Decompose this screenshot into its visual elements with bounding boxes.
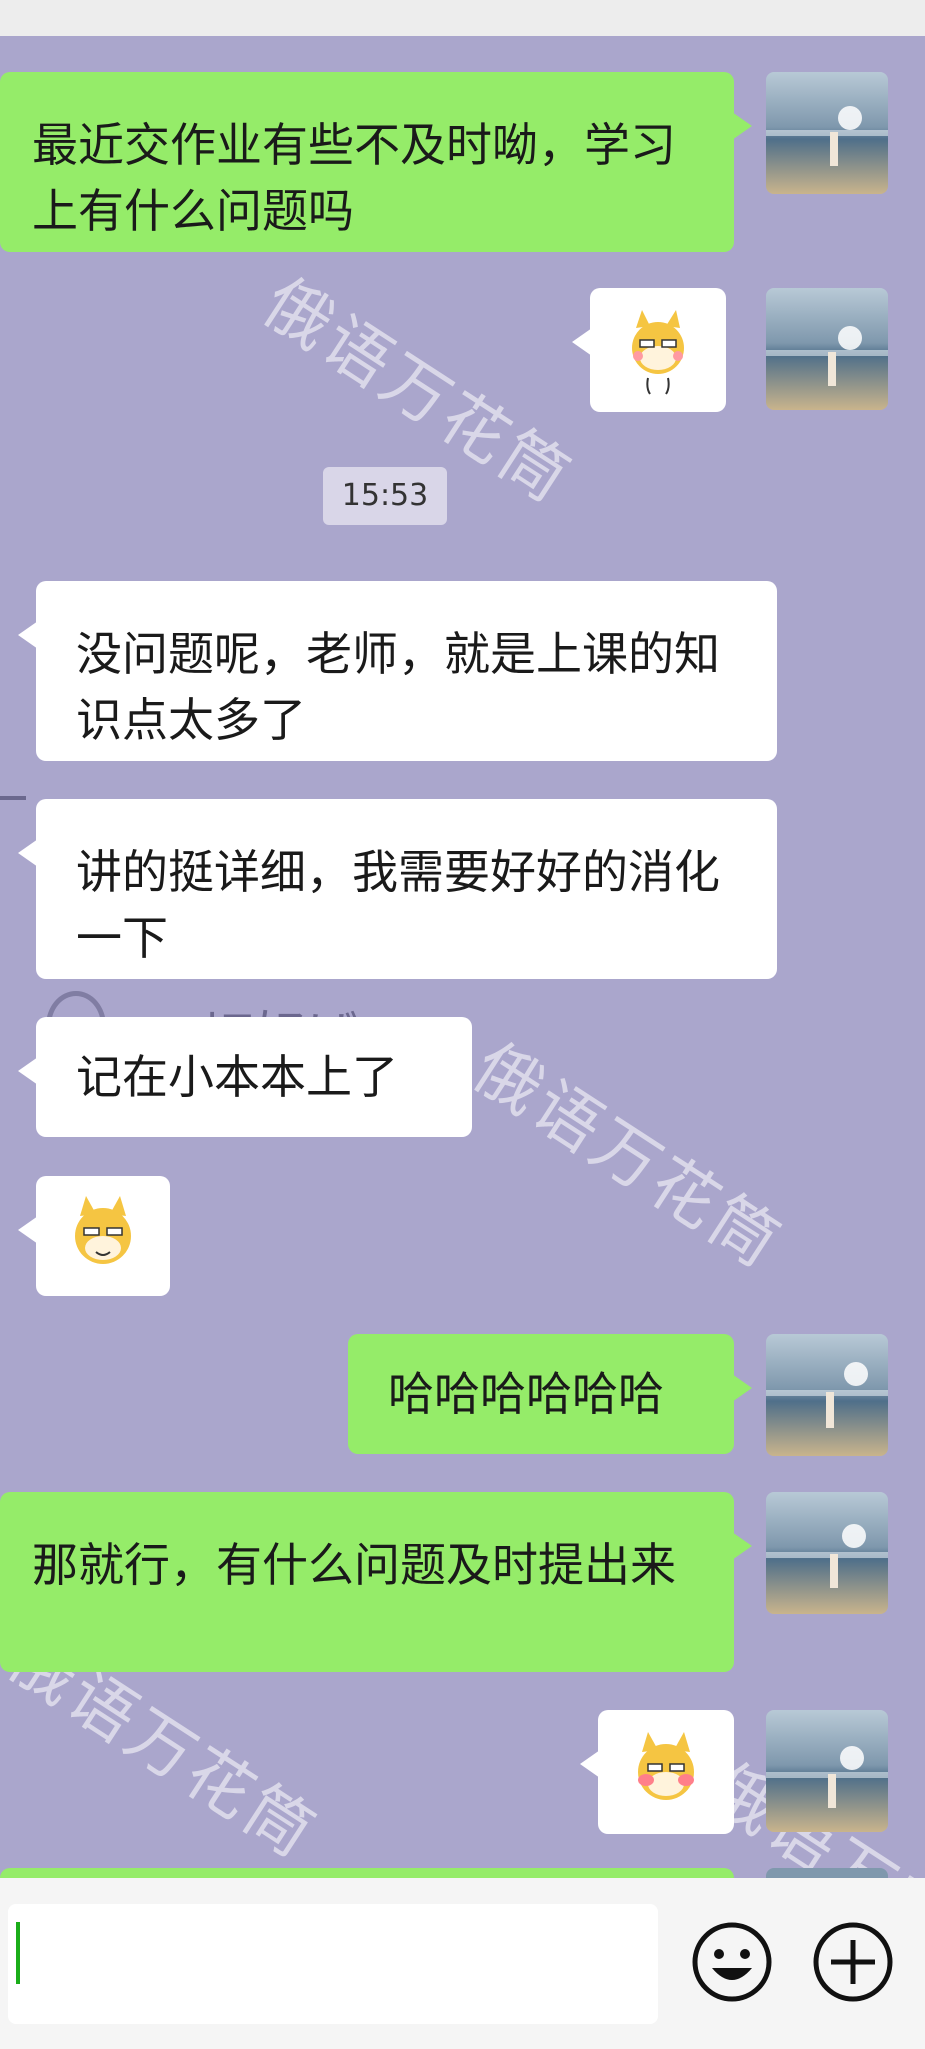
emoji-button[interactable]	[690, 1920, 774, 2004]
message-text: 记在小本本上了	[76, 1050, 398, 1104]
message-text: 没问题呢，老师，就是上课的知识点太多了	[76, 627, 720, 747]
avatar[interactable]	[766, 72, 888, 194]
avatar[interactable]	[766, 1492, 888, 1614]
avatar[interactable]	[766, 1710, 888, 1832]
avatar[interactable]	[766, 288, 888, 410]
message-text: 哈哈哈哈哈哈	[388, 1367, 664, 1421]
message-bubble-received[interactable]: 没问题呢，老师，就是上课的知识点太多了	[18, 581, 777, 761]
doge-sticker-icon	[75, 1196, 131, 1264]
text-cursor	[16, 1922, 20, 1984]
smiley-icon	[692, 1922, 772, 2002]
timestamp: 15:53	[323, 467, 447, 525]
plus-icon	[813, 1922, 893, 2002]
message-input[interactable]	[8, 1904, 658, 2024]
doge-sticker-icon	[632, 310, 684, 395]
message-text: 讲的挺详细，我需要好好的消化一下	[76, 845, 720, 965]
avatar[interactable]	[766, 1868, 888, 1878]
message-text: 最近交作业有些不及时呦，学习上有什么问题吗	[32, 118, 676, 238]
message-bubble-sent[interactable]: 那就行，有什么问题及时提出来	[0, 1492, 752, 1672]
watermark: 俄语万花筒	[459, 1028, 796, 1284]
sticker-bubble-received[interactable]	[18, 1176, 170, 1296]
more-button[interactable]	[811, 1920, 895, 2004]
message-text: 那就行，有什么问题及时提出来	[32, 1538, 676, 1592]
message-bubble-received[interactable]: 讲的挺详细，我需要好好的消化一下	[18, 799, 777, 979]
message-bubble-sent[interactable]: 最近交作业有些不及时呦，学习上有什么问题吗	[0, 72, 752, 252]
avatar[interactable]	[766, 1334, 888, 1456]
message-bubble-sent[interactable]	[0, 1868, 734, 1878]
input-bar	[0, 1878, 925, 2049]
message-bubble-received[interactable]: 记在小本本上了	[18, 1017, 472, 1137]
doge-blush-sticker-icon	[638, 1732, 694, 1800]
sticker-bubble-sent[interactable]	[580, 1710, 734, 1834]
chat-area[interactable]: 一切好ば 俄语万花筒 俄语万花筒 俄语万花筒 俄语万花筒 最近交作业有些不及时呦…	[0, 36, 925, 1878]
sticker-bubble-sent[interactable]	[572, 288, 726, 412]
message-bubble-sent[interactable]: 哈哈哈哈哈哈	[348, 1334, 752, 1454]
